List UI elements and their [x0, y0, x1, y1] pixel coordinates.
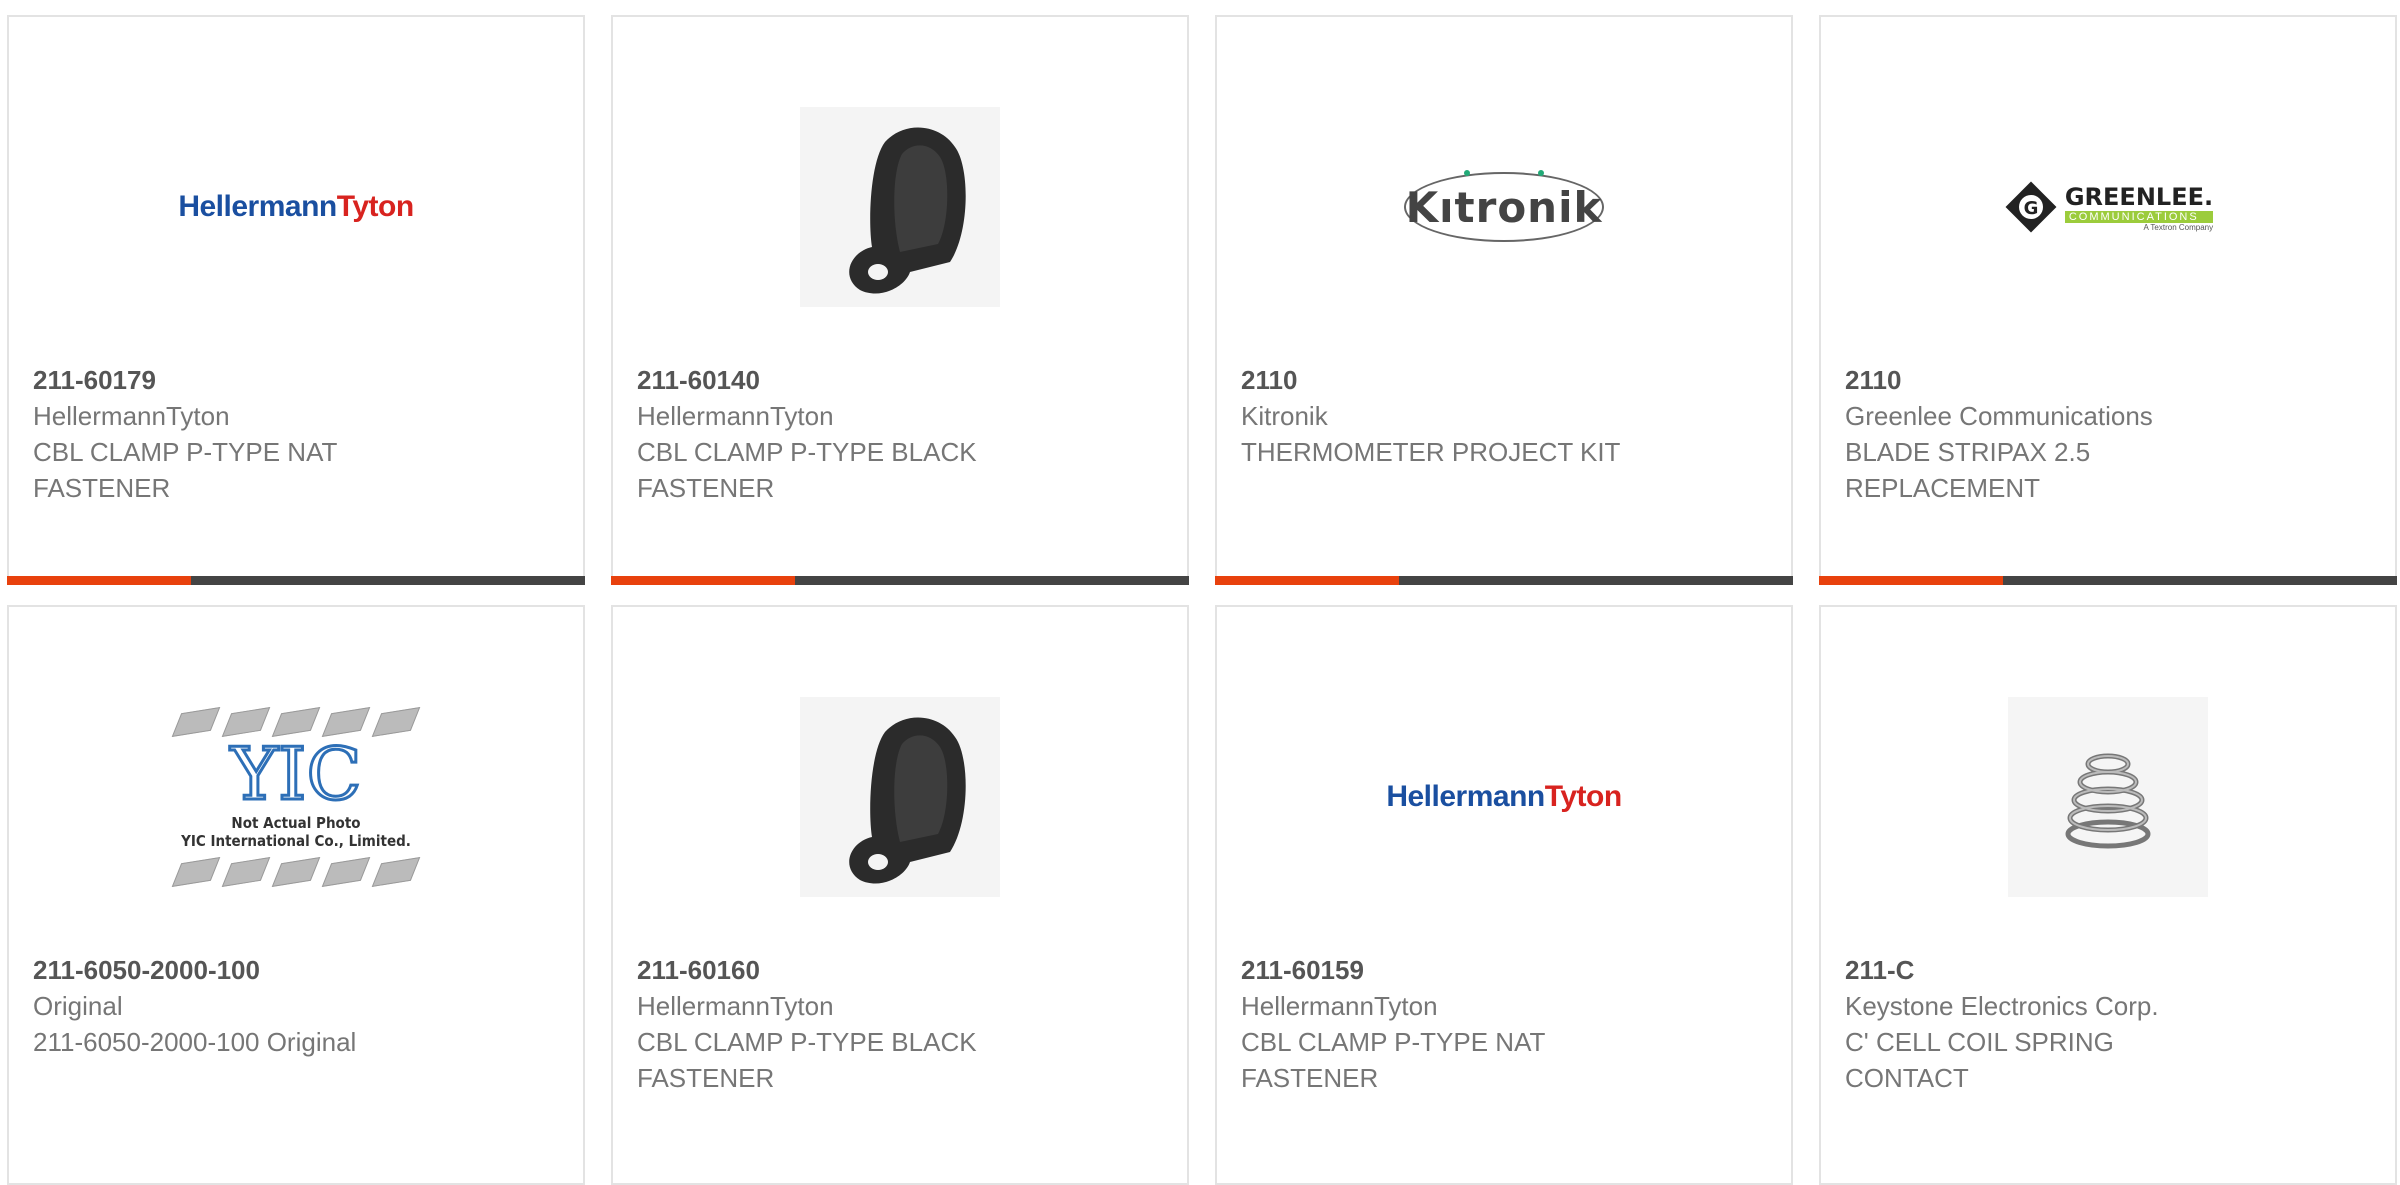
product-image[interactable]: HellermannTyton: [9, 62, 583, 352]
p-clamp-image: [849, 717, 966, 884]
description-cont: FASTENER: [1241, 1063, 1379, 1093]
description: CBL CLAMP P-TYPE NAT: [33, 437, 338, 467]
hellermanntyton-logo: HellermannTyton: [1386, 780, 1622, 813]
manufacturer: Keystone Electronics Corp.: [1845, 991, 2159, 1021]
description: BLADE STRIPAX 2.5: [1845, 437, 2091, 467]
yic-placeholder-image: YIC Not Actual Photo YIC International C…: [171, 707, 421, 887]
part-number[interactable]: 211-60179: [33, 362, 563, 398]
description: CBL CLAMP P-TYPE BLACK: [637, 1027, 977, 1057]
manufacturer: HellermannTyton: [637, 991, 834, 1021]
p-clamp-image: [849, 127, 966, 294]
product-image[interactable]: Kıtronik: [1217, 62, 1791, 352]
product-image[interactable]: HellermannTyton: [1217, 647, 1791, 947]
description-cont: FASTENER: [637, 473, 775, 503]
part-number[interactable]: 211-C: [1845, 952, 2375, 988]
manufacturer: Original: [33, 991, 123, 1021]
description-cont: FASTENER: [637, 1063, 775, 1093]
manufacturer: Greenlee Communications: [1845, 401, 2153, 431]
part-number[interactable]: 211-60140: [637, 362, 1167, 398]
description: 211-6050-2000-100 Original: [33, 1027, 357, 1057]
part-number[interactable]: 211-60159: [1241, 952, 1771, 988]
product-image[interactable]: [613, 647, 1187, 947]
product-card[interactable]: G GREENLEE. COMMUNICATIONS A Textron Com…: [1819, 15, 2397, 585]
card-accent-bar: [7, 576, 585, 585]
product-card[interactable]: YIC Not Actual Photo YIC International C…: [7, 605, 585, 1185]
kitronik-logo: Kıtronik: [1404, 170, 1604, 242]
product-card[interactable]: HellermannTyton 211-60179 HellermannTyto…: [7, 15, 585, 585]
product-card[interactable]: 211-60140 HellermannTyton CBL CLAMP P-TY…: [611, 15, 1189, 585]
manufacturer: Kitronik: [1241, 401, 1328, 431]
product-card[interactable]: 211-60160 HellermannTyton CBL CLAMP P-TY…: [611, 605, 1189, 1185]
description: THERMOMETER PROJECT KIT: [1241, 437, 1621, 467]
part-number[interactable]: 2110: [1241, 362, 1771, 398]
product-card[interactable]: HellermannTyton 211-60159 HellermannTyto…: [1215, 605, 1793, 1185]
product-image[interactable]: G GREENLEE. COMMUNICATIONS A Textron Com…: [1821, 62, 2395, 352]
product-card[interactable]: Kıtronik 2110 Kitronik THERMOMETER PROJE…: [1215, 15, 1793, 585]
product-grid: HellermannTyton 211-60179 HellermannTyto…: [0, 0, 2400, 1185]
manufacturer: HellermannTyton: [1241, 991, 1438, 1021]
card-accent-bar: [611, 576, 1189, 585]
part-number[interactable]: 2110: [1845, 362, 2375, 398]
description-cont: CONTACT: [1845, 1063, 1969, 1093]
manufacturer: HellermannTyton: [637, 401, 834, 431]
product-image[interactable]: [1821, 647, 2395, 947]
greenlee-logo: G GREENLEE. COMMUNICATIONS A Textron Com…: [2003, 179, 2214, 235]
coil-spring-image: [2065, 753, 2151, 849]
description-cont: REPLACEMENT: [1845, 473, 2041, 503]
product-image[interactable]: YIC Not Actual Photo YIC International C…: [9, 647, 583, 947]
part-number[interactable]: 211-60160: [637, 952, 1167, 988]
hellermanntyton-logo: HellermannTyton: [178, 190, 414, 223]
description: CBL CLAMP P-TYPE BLACK: [637, 437, 977, 467]
description-cont: FASTENER: [33, 473, 171, 503]
card-accent-bar: [1215, 576, 1793, 585]
manufacturer: HellermannTyton: [33, 401, 230, 431]
product-image[interactable]: [613, 62, 1187, 352]
product-card[interactable]: 211-C Keystone Electronics Corp. C' CELL…: [1819, 605, 2397, 1185]
part-number[interactable]: 211-6050-2000-100: [33, 952, 563, 988]
description: C' CELL COIL SPRING: [1845, 1027, 2114, 1057]
card-accent-bar: [1819, 576, 2397, 585]
svg-text:G: G: [2023, 198, 2038, 219]
greenlee-g-icon: G: [2005, 181, 2057, 233]
description: CBL CLAMP P-TYPE NAT: [1241, 1027, 1546, 1057]
